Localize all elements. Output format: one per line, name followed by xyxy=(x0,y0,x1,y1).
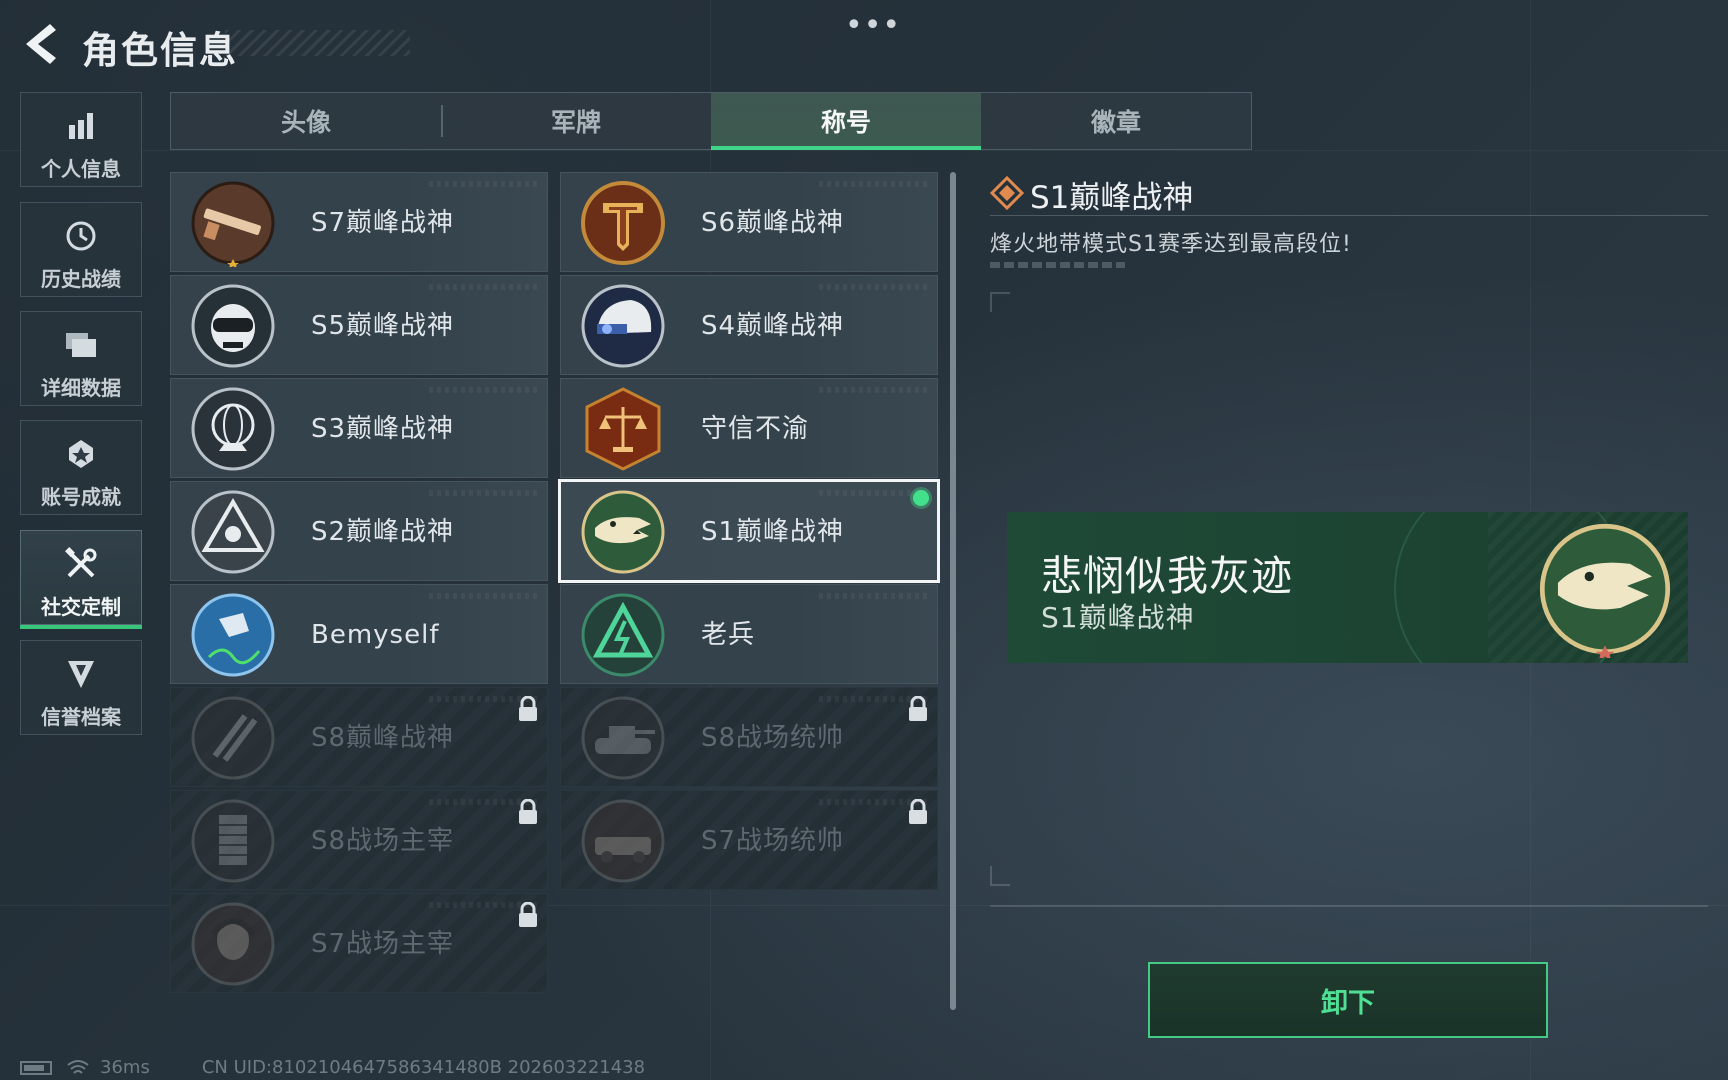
sidebar-item-label: 账号成就 xyxy=(41,485,121,509)
title-card-locked[interactable]: S7战场统帅 xyxy=(560,790,938,890)
tools-icon xyxy=(65,547,97,578)
veteran-emblem-icon xyxy=(581,593,665,677)
title-grid: S7巅峰战神 S6巅峰战神 S5巅峰战神 S4巅峰战神 S3巅峰战神 守信不渝 … xyxy=(170,172,940,1038)
tab-title[interactable]: 称号 xyxy=(711,93,981,150)
tab-dog-tag[interactable]: 军牌 xyxy=(441,93,711,149)
title-decoration xyxy=(225,30,410,56)
back-button[interactable] xyxy=(20,22,60,66)
title-name: 守信不渝 xyxy=(701,414,810,444)
history-icon xyxy=(66,221,96,251)
title-card-locked[interactable]: S8战场统帅 xyxy=(560,687,938,787)
title-name: S7巅峰战神 xyxy=(311,208,455,238)
skull-mask-emblem-icon xyxy=(191,284,275,368)
sidebar-item-label: 历史战绩 xyxy=(41,267,121,291)
sidebar-item-detailed-data[interactable]: 详细数据 xyxy=(20,311,142,406)
sidebar-item-label: 详细数据 xyxy=(41,376,121,400)
title-name: S7战场统帅 xyxy=(701,826,845,856)
title-name: S7战场主宰 xyxy=(311,929,455,959)
lock-icon xyxy=(909,696,927,721)
title-name: S8巅峰战神 xyxy=(311,723,455,753)
decorative-dashes xyxy=(990,262,1125,268)
crocodile-emblem-icon xyxy=(581,490,665,574)
user-uid: CN UID:8102104647586341480B 202603221438 xyxy=(201,1057,646,1078)
title-name: S4巅峰战神 xyxy=(701,311,845,341)
title-card[interactable]: S3巅峰战神 xyxy=(170,378,548,478)
title-name: S8战场主宰 xyxy=(311,826,455,856)
title-name: S1巅峰战神 xyxy=(701,517,845,547)
lock-icon xyxy=(909,799,927,824)
equipped-indicator xyxy=(913,490,929,506)
title-preview-banner: 悲悯似我灰迹 S1巅峰战神 xyxy=(1007,512,1688,663)
ping-value: 36ms xyxy=(100,1057,150,1078)
title-name: Bemyself xyxy=(311,620,440,650)
lock-icon xyxy=(519,902,537,927)
sidebar-item-label: 社交定制 xyxy=(41,595,121,619)
status-footer: 36ms CN UID:8102104647586341480B 2026032… xyxy=(20,1055,645,1080)
tab-avatar[interactable]: 头像 xyxy=(171,93,441,149)
signature-emblem-icon xyxy=(191,593,275,677)
title-name: S3巅峰战神 xyxy=(311,414,455,444)
title-card[interactable]: S5巅峰战神 xyxy=(170,275,548,375)
diamond-icon xyxy=(990,176,1024,210)
title-name: S2巅峰战神 xyxy=(311,517,455,547)
preview-title-name: S1巅峰战神 xyxy=(1041,601,1195,634)
battery-icon xyxy=(20,1060,52,1075)
sidebar-item-personal-info[interactable]: 个人信息 xyxy=(20,92,142,187)
vehicle-emblem-icon xyxy=(581,799,665,883)
unequip-button[interactable]: 卸下 xyxy=(1148,962,1548,1038)
tower-emblem-icon xyxy=(191,799,275,883)
frame-corner xyxy=(990,292,1010,312)
globe-emblem-icon xyxy=(191,387,275,471)
divider xyxy=(990,215,1708,216)
helmet-emblem-icon xyxy=(581,284,665,368)
frame-corner xyxy=(990,866,1010,886)
title-name: 老兵 xyxy=(701,620,756,650)
sidebar-item-social-custom[interactable]: 社交定制 xyxy=(20,530,142,629)
medal-icon xyxy=(69,440,93,468)
page-title: 角色信息 xyxy=(82,29,238,72)
rifle-emblem-icon xyxy=(191,181,275,267)
back-arrow-icon xyxy=(26,24,56,64)
title-card-locked[interactable]: S7战场主宰 xyxy=(170,893,548,993)
detail-description: 烽火地带模式S1赛季达到最高段位! xyxy=(990,232,1352,257)
tab-bar: 头像 军牌 称号 徽章 xyxy=(170,92,1252,150)
title-name: S5巅峰战神 xyxy=(311,311,455,341)
tab-badge[interactable]: 徽章 xyxy=(981,93,1251,149)
title-card[interactable]: S2巅峰战神 xyxy=(170,481,548,581)
more-options-icon[interactable]: ••• xyxy=(845,8,901,43)
title-card-locked[interactable]: S8巅峰战神 xyxy=(170,687,548,787)
title-card-locked[interactable]: S8战场主宰 xyxy=(170,790,548,890)
title-name: S8战场统帅 xyxy=(701,723,845,753)
folder-icon xyxy=(66,333,96,357)
sidebar-item-achievements[interactable]: 账号成就 xyxy=(20,420,142,515)
title-card[interactable]: 守信不渝 xyxy=(560,378,938,478)
blades-emblem-icon xyxy=(191,696,275,780)
scales-emblem-icon xyxy=(585,387,661,471)
t-shield-emblem-icon xyxy=(581,181,665,265)
title-card[interactable]: S7巅峰战神 xyxy=(170,172,548,272)
warrior-emblem-icon xyxy=(191,902,275,986)
wifi-icon xyxy=(67,1059,89,1074)
title-card[interactable]: S6巅峰战神 xyxy=(560,172,938,272)
preview-player-name: 悲悯似我灰迹 xyxy=(1041,552,1293,600)
title-name: S6巅峰战神 xyxy=(701,208,845,238)
header: 角色信息 ••• xyxy=(0,0,1728,90)
detail-title: S1巅峰战神 xyxy=(1030,180,1194,216)
bar-chart-icon xyxy=(69,113,93,139)
lock-icon xyxy=(519,696,537,721)
sidebar-item-label: 个人信息 xyxy=(41,157,121,181)
title-card-selected[interactable]: S1巅峰战神 xyxy=(558,479,940,583)
sidebar-item-reputation[interactable]: 信誉档案 xyxy=(20,640,142,735)
sidebar-item-label: 信誉档案 xyxy=(41,705,121,729)
title-card[interactable]: 老兵 xyxy=(560,584,938,684)
shield-icon xyxy=(68,661,94,688)
triangle-emblem-icon xyxy=(191,490,275,574)
sidebar-item-match-history[interactable]: 历史战绩 xyxy=(20,202,142,297)
title-card[interactable]: S4巅峰战神 xyxy=(560,275,938,375)
crocodile-emblem-icon xyxy=(1539,523,1671,658)
tank-emblem-icon xyxy=(581,696,665,780)
lock-icon xyxy=(519,799,537,824)
title-grid-scrollbar[interactable] xyxy=(950,172,956,1010)
title-card[interactable]: Bemyself xyxy=(170,584,548,684)
